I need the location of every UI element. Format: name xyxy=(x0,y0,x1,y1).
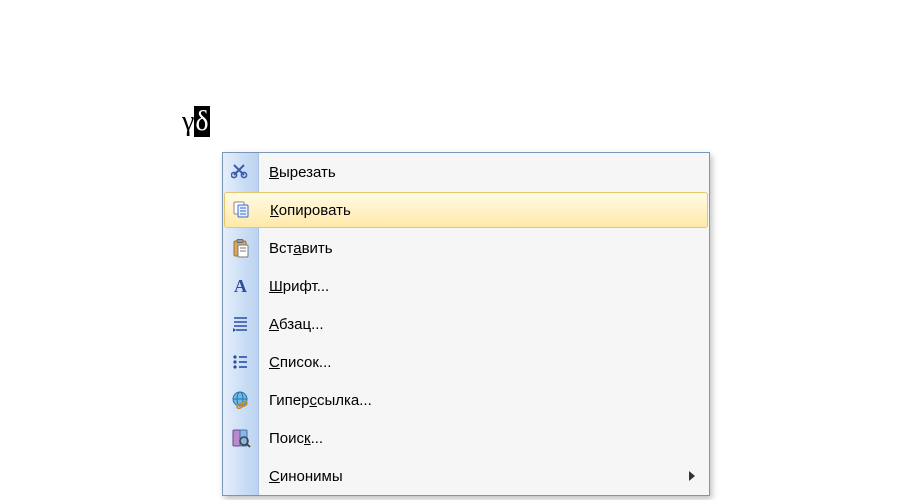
menu-item-copy[interactable]: Копировать xyxy=(224,192,708,228)
selected-char-delta: δ xyxy=(194,106,209,137)
none-icon xyxy=(223,457,259,495)
menu-item-label: Гиперссылка... xyxy=(269,392,372,409)
menu-item-list[interactable]: Список... xyxy=(223,343,709,381)
copy-icon xyxy=(224,193,260,227)
list-icon xyxy=(223,343,259,381)
menu-item-hyperlink[interactable]: Гиперссылка... xyxy=(223,381,709,419)
menu-item-paste[interactable]: Вставить xyxy=(223,229,709,267)
menu-item-label: Синонимы xyxy=(269,468,343,485)
menu-item-synonyms[interactable]: Синонимы xyxy=(223,457,709,495)
menu-item-label: Поиск... xyxy=(269,430,323,447)
submenu-arrow-icon xyxy=(689,471,695,481)
scissors-icon xyxy=(223,153,259,191)
menu-item-label: Список... xyxy=(269,354,331,371)
context-menu: Вырезать Копировать Вставить Шрифт... Абзац.… xyxy=(222,152,710,496)
menu-item-paragraph[interactable]: Абзац... xyxy=(223,305,709,343)
paragraph-icon xyxy=(223,305,259,343)
menu-item-label: Копировать xyxy=(270,202,351,219)
search-icon xyxy=(223,419,259,457)
menu-item-font[interactable]: Шрифт... xyxy=(223,267,709,305)
hyperlink-icon xyxy=(223,381,259,419)
paste-icon xyxy=(223,229,259,267)
char-gamma: γ xyxy=(182,106,194,137)
menu-item-label: Вырезать xyxy=(269,164,336,181)
font-icon xyxy=(223,267,259,305)
menu-item-cut[interactable]: Вырезать xyxy=(223,153,709,191)
menu-item-label: Абзац... xyxy=(269,316,324,333)
document-text[interactable]: γδ xyxy=(182,108,210,136)
menu-item-label: Шрифт... xyxy=(269,278,329,295)
menu-item-label: Вставить xyxy=(269,240,333,257)
menu-item-search[interactable]: Поиск... xyxy=(223,419,709,457)
